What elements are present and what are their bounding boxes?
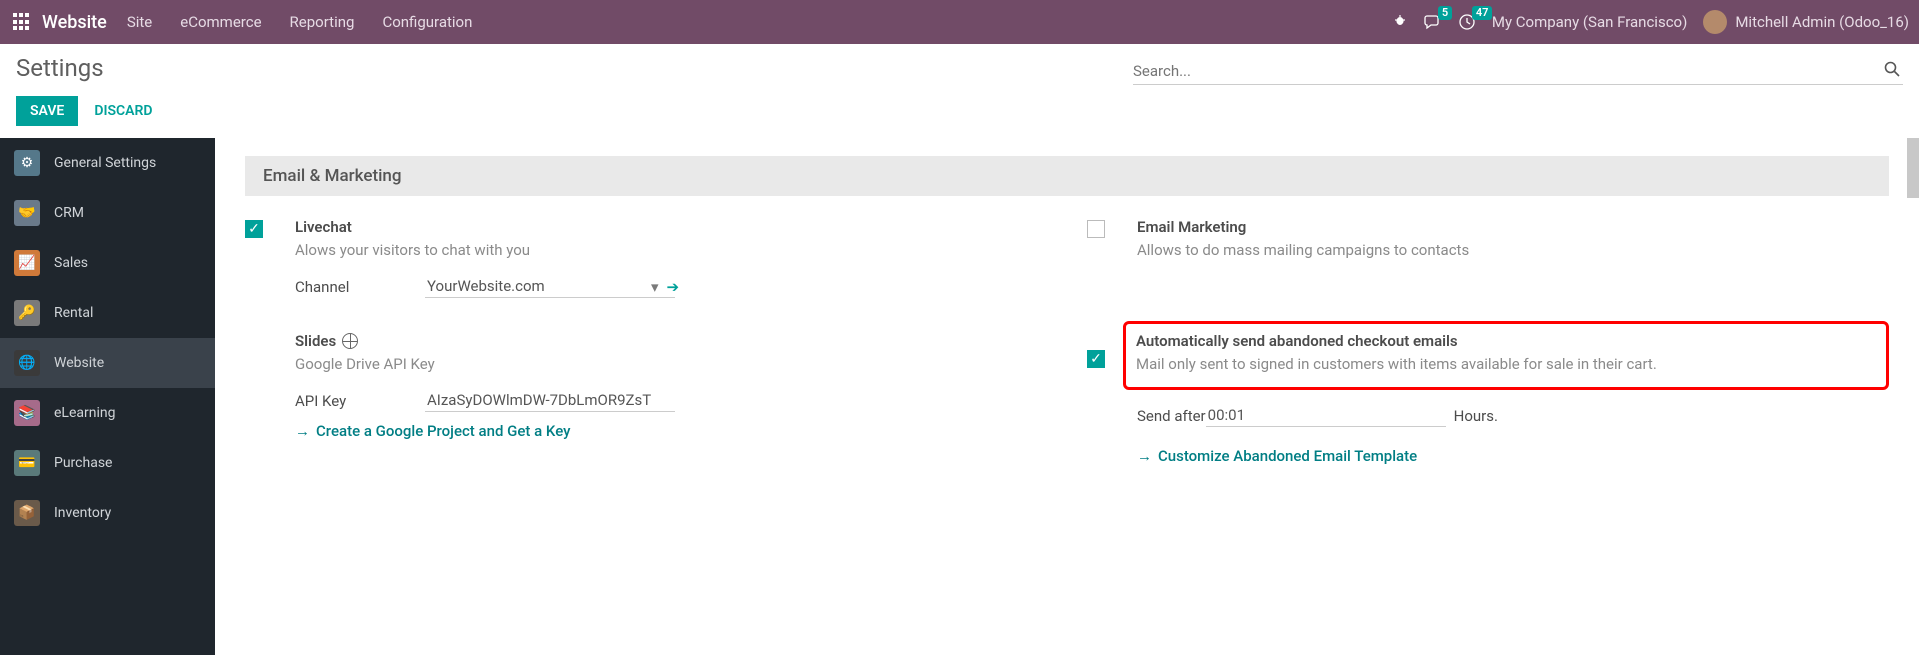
livechat-checkbox[interactable]: ✓ <box>245 220 263 238</box>
abandoned-desc: Mail only sent to signed in customers wi… <box>1136 354 1876 375</box>
abandoned-title: Automatically send abandoned checkout em… <box>1136 332 1876 350</box>
handshake-icon: 🤝 <box>14 200 40 226</box>
highlight-box: Automatically send abandoned checkout em… <box>1123 321 1889 390</box>
save-button[interactable]: SAVE <box>16 96 78 126</box>
sidebar-item-rental[interactable]: 🔑 Rental <box>0 288 215 338</box>
top-menu: Site eCommerce Reporting Configuration <box>127 13 473 31</box>
menu-configuration[interactable]: Configuration <box>382 13 472 31</box>
apikey-input[interactable] <box>425 389 675 412</box>
box-icon: 📦 <box>14 500 40 526</box>
menu-reporting[interactable]: Reporting <box>290 13 355 31</box>
gear-icon: ⚙ <box>14 150 40 176</box>
sidebar-item-purchase[interactable]: 💳 Purchase <box>0 438 215 488</box>
avatar <box>1703 10 1727 34</box>
settings-content: Email & Marketing ✓ Livechat Alows your … <box>215 138 1919 655</box>
company-switcher[interactable]: My Company (San Francisco) <box>1492 13 1687 31</box>
email-marketing-desc: Allows to do mass mailing campaigns to c… <box>1137 240 1889 261</box>
sidebar-label: Inventory <box>54 505 111 521</box>
user-menu[interactable]: Mitchell Admin (Odoo_16) <box>1703 10 1909 34</box>
sidebar-label: Purchase <box>54 455 112 471</box>
sidebar-label: Rental <box>54 305 93 321</box>
slides-title: Slides <box>295 332 1047 350</box>
key-icon: 🔑 <box>14 300 40 326</box>
book-icon: 📚 <box>14 400 40 426</box>
sidebar-label: CRM <box>54 205 84 221</box>
apps-menu-icon[interactable] <box>10 10 34 34</box>
abandoned-checkbox[interactable]: ✓ <box>1087 350 1105 368</box>
section-heading: Email & Marketing <box>245 156 1889 196</box>
email-marketing-checkbox[interactable] <box>1087 220 1105 238</box>
chat-icon[interactable]: 5 <box>1424 13 1442 31</box>
email-marketing-title: Email Marketing <box>1137 218 1889 236</box>
sidebar-item-elearning[interactable]: 📚 eLearning <box>0 388 215 438</box>
sidebar-item-sales[interactable]: 📈 Sales <box>0 238 215 288</box>
livechat-desc: Alows your visitors to chat with you <box>295 240 1047 261</box>
channel-label: Channel <box>295 278 425 296</box>
app-brand: Website <box>42 12 107 33</box>
create-google-project-link[interactable]: → Create a Google Project and Get a Key <box>295 422 571 440</box>
settings-sidebar: ⚙ General Settings 🤝 CRM 📈 Sales 🔑 Rental 🌐 W… <box>0 138 215 655</box>
sidebar-label: Website <box>54 355 104 371</box>
hours-label: Hours. <box>1454 407 1498 425</box>
livechat-title: Livechat <box>295 218 1047 236</box>
control-bar: Settings SAVE DISCARD <box>0 44 1919 138</box>
user-name: Mitchell Admin (Odoo_16) <box>1735 13 1909 31</box>
globe-icon: 🌐 <box>14 350 40 376</box>
slides-desc: Google Drive API Key <box>295 354 1047 375</box>
search-icon[interactable] <box>1883 60 1901 78</box>
apikey-label: API Key <box>295 392 425 410</box>
chart-icon: 📈 <box>14 250 40 276</box>
search-input[interactable] <box>1133 58 1903 84</box>
sidebar-item-website[interactable]: 🌐 Website <box>0 338 215 388</box>
page-title: Settings <box>16 54 159 82</box>
sidebar-item-inventory[interactable]: 📦 Inventory <box>0 488 215 538</box>
sidebar-item-crm[interactable]: 🤝 CRM <box>0 188 215 238</box>
card-icon: 💳 <box>14 450 40 476</box>
send-after-input[interactable] <box>1206 404 1446 427</box>
chat-badge: 5 <box>1438 6 1452 20</box>
discard-button[interactable]: DISCARD <box>88 96 158 126</box>
external-link-icon[interactable]: ➔ <box>667 278 680 296</box>
sidebar-label: General Settings <box>54 155 156 171</box>
menu-ecommerce[interactable]: eCommerce <box>180 13 261 31</box>
sidebar-item-general[interactable]: ⚙ General Settings <box>0 138 215 188</box>
scrollbar-thumb[interactable] <box>1907 138 1919 198</box>
debug-icon[interactable] <box>1392 14 1408 30</box>
channel-input[interactable] <box>425 275 675 298</box>
chevron-down-icon[interactable]: ▾ <box>651 278 659 296</box>
activities-icon[interactable]: 47 <box>1458 13 1476 31</box>
sidebar-label: Sales <box>54 255 88 271</box>
send-after-label: Send after <box>1137 407 1206 425</box>
menu-site[interactable]: Site <box>127 13 152 31</box>
arrow-right-icon: → <box>295 422 310 440</box>
arrow-right-icon: → <box>1137 447 1152 465</box>
customize-template-link[interactable]: → Customize Abandoned Email Template <box>1137 447 1417 465</box>
activities-badge: 47 <box>1472 6 1493 20</box>
globe-icon <box>342 333 358 349</box>
top-nav: Website Site eCommerce Reporting Configu… <box>0 0 1919 44</box>
sidebar-label: eLearning <box>54 405 115 421</box>
